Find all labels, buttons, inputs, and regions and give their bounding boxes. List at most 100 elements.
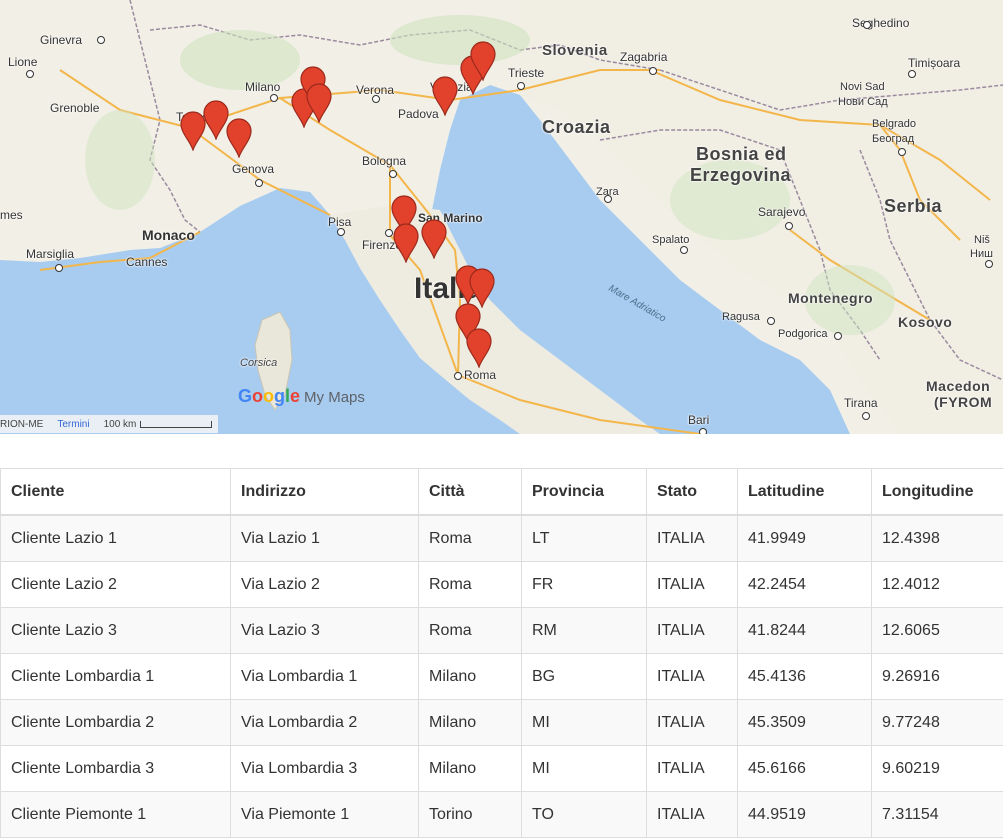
table-cell: 45.3509: [738, 700, 872, 746]
map-view[interactable]: Ginevra Lione Grenoble Torino Milano Ver…: [0, 0, 1003, 434]
table-cell: Via Lazio 2: [231, 562, 419, 608]
map-label-croazia: Croazia: [542, 117, 611, 138]
table-cell: TO: [522, 792, 647, 838]
city-dot: [908, 70, 916, 78]
map-marker-pin[interactable]: [225, 118, 253, 158]
table-cell: Milano: [419, 654, 522, 700]
terms-link[interactable]: Termini: [57, 419, 89, 430]
map-marker-pin[interactable]: [392, 223, 420, 263]
table-cell: 41.8244: [738, 608, 872, 654]
map-label-marsiglia: Marsiglia: [26, 247, 74, 261]
table-cell: 12.4398: [872, 515, 1003, 562]
city-dot: [649, 67, 657, 75]
map-label-erzegovina: Erzegovina: [690, 165, 791, 186]
table-cell: Cliente Piemonte 1: [1, 792, 231, 838]
table-cell: Torino: [419, 792, 522, 838]
city-dot: [270, 94, 278, 102]
table-row: Cliente Lazio 2Via Lazio 2RomaFRITALIA42…: [1, 562, 1003, 608]
table-cell: Cliente Lazio 2: [1, 562, 231, 608]
table-row: Cliente Lombardia 1Via Lombardia 1Milano…: [1, 654, 1003, 700]
table-cell: MI: [522, 700, 647, 746]
table-cell: 9.60219: [872, 746, 1003, 792]
column-header: Stato: [647, 469, 738, 516]
map-label-tirana: Tirana: [844, 396, 878, 410]
table-cell: BG: [522, 654, 647, 700]
table-cell: Milano: [419, 746, 522, 792]
map-marker-pin[interactable]: [469, 41, 497, 81]
city-dot: [372, 95, 380, 103]
city-dot: [26, 70, 34, 78]
map-label-sarajevo: Sarajevo: [758, 205, 805, 219]
map-label-ragusa: Ragusa: [722, 311, 760, 323]
map-label-fyrom: (FYROM: [934, 394, 992, 410]
city-dot: [604, 195, 612, 203]
column-header: Indirizzo: [231, 469, 419, 516]
map-label-montenegro: Montenegro: [788, 290, 873, 306]
city-dot: [517, 82, 525, 90]
table-cell: MI: [522, 746, 647, 792]
map-marker-pin[interactable]: [305, 83, 333, 123]
table-row: Cliente Lombardia 2Via Lombardia 2Milano…: [1, 700, 1003, 746]
map-marker-pin[interactable]: [431, 76, 459, 116]
table-cell: Via Lazio 1: [231, 515, 419, 562]
city-dot: [767, 317, 775, 325]
map-label-nis-cyrillic: Ниш: [970, 248, 993, 260]
table-cell: Cliente Lombardia 2: [1, 700, 231, 746]
city-dot: [985, 260, 993, 268]
map-label-corsica: Corsica: [240, 357, 277, 369]
map-label-trieste: Trieste: [508, 66, 544, 80]
city-dot: [862, 412, 870, 420]
city-dot: [97, 36, 105, 44]
table-cell: ITALIA: [647, 746, 738, 792]
table-cell: 9.77248: [872, 700, 1003, 746]
city-dot: [785, 222, 793, 230]
map-label-novi-sad-cyrillic: Нови Сад: [838, 96, 888, 108]
table-cell: ITALIA: [647, 515, 738, 562]
map-label-grenoble: Grenoble: [50, 101, 99, 115]
table-cell: ITALIA: [647, 700, 738, 746]
map-marker-pin[interactable]: [465, 328, 493, 368]
table-cell: RM: [522, 608, 647, 654]
table-cell: Via Lazio 3: [231, 608, 419, 654]
map-marker-pin[interactable]: [468, 268, 496, 308]
table-cell: Milano: [419, 700, 522, 746]
table-cell: ITALIA: [647, 562, 738, 608]
city-dot: [898, 148, 906, 156]
city-dot: [699, 428, 707, 434]
table-cell: 12.6065: [872, 608, 1003, 654]
map-label-bosnia: Bosnia ed: [696, 144, 787, 165]
map-label-macedon: Macedon: [926, 378, 990, 394]
table-cell: 45.4136: [738, 654, 872, 700]
column-header: Città: [419, 469, 522, 516]
table-row: Cliente Lazio 3Via Lazio 3RomaRMITALIA41…: [1, 608, 1003, 654]
table-cell: Roma: [419, 608, 522, 654]
city-dot: [55, 264, 63, 272]
map-marker-pin[interactable]: [420, 219, 448, 259]
table-cell: 12.4012: [872, 562, 1003, 608]
map-label-milano: Milano: [245, 80, 280, 94]
map-label-spalato: Spalato: [652, 234, 689, 246]
table-cell: LT: [522, 515, 647, 562]
clients-table-container: ClienteIndirizzoCittàProvinciaStatoLatit…: [0, 468, 1003, 838]
map-label-bari: Bari: [688, 413, 709, 427]
google-my-maps-logo: GoogleMy Maps: [238, 386, 365, 407]
map-label-podgorica: Podgorica: [778, 328, 828, 340]
map-label-bologna: Bologna: [362, 154, 406, 168]
map-label-zagabria: Zagabria: [620, 50, 667, 64]
city-dot: [680, 246, 688, 254]
city-dot: [454, 372, 462, 380]
table-cell: ITALIA: [647, 608, 738, 654]
table-cell: 9.26916: [872, 654, 1003, 700]
map-label-lione: Lione: [8, 55, 37, 69]
table-cell: Via Piemonte 1: [231, 792, 419, 838]
city-dot: [389, 170, 397, 178]
table-cell: ITALIA: [647, 654, 738, 700]
map-label-slovenia: Slovenia: [542, 42, 608, 59]
map-label-cannes: Cannes: [126, 255, 167, 269]
table-cell: Cliente Lazio 3: [1, 608, 231, 654]
table-cell: 42.2454: [738, 562, 872, 608]
table-cell: 7.31154: [872, 792, 1003, 838]
city-dot: [834, 332, 842, 340]
map-label-monaco: Monaco: [142, 227, 195, 243]
map-label-genova: Genova: [232, 162, 274, 176]
